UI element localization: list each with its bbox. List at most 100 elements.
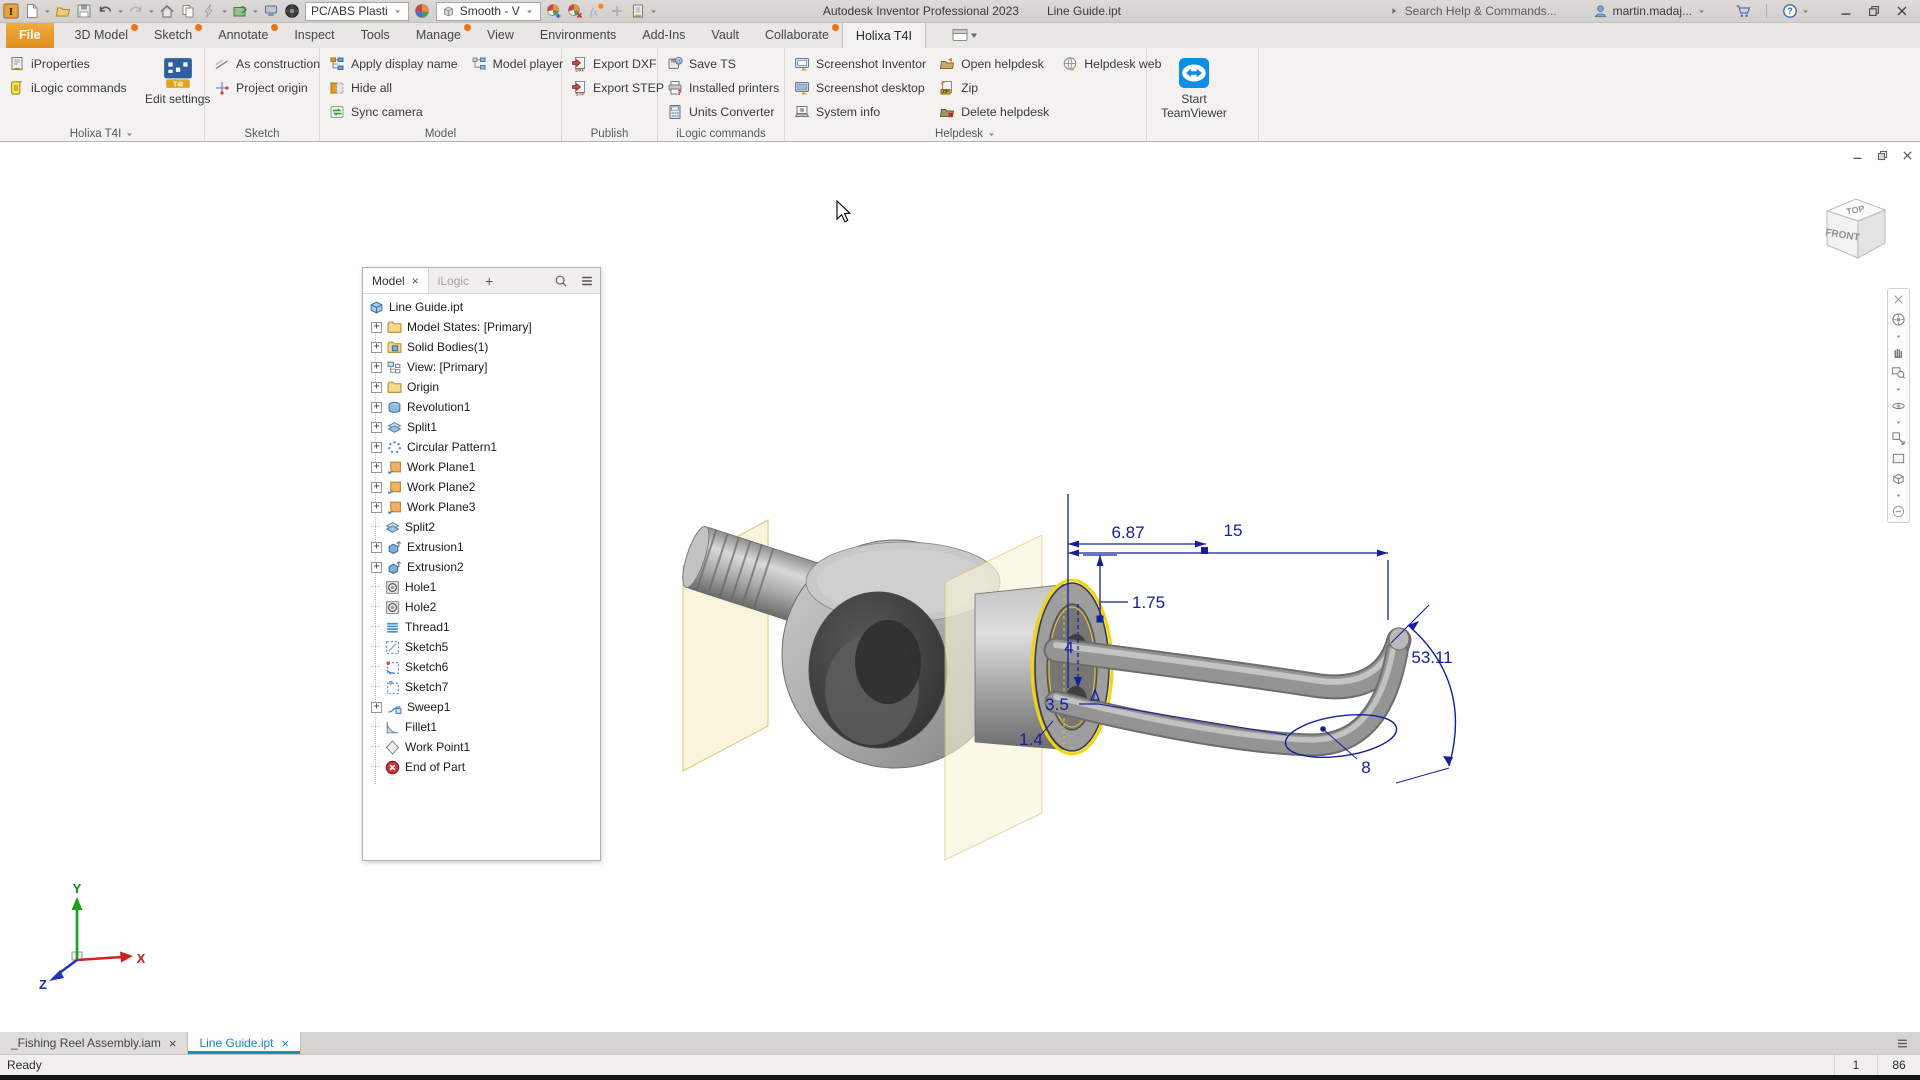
view-face-icon[interactable]: [1890, 450, 1908, 467]
ribbon-tab-holixa-t4i[interactable]: Holixa T4I: [842, 22, 926, 48]
close-icon[interactable]: ×: [169, 1036, 177, 1051]
chevron-down-icon[interactable]: [1801, 7, 1810, 16]
ribbon-tab-annotate[interactable]: Annotate: [205, 22, 281, 48]
material-browser-icon[interactable]: [281, 1, 302, 21]
doc-tab-line-guide[interactable]: Line Guide.ipt ×: [188, 1032, 301, 1054]
chevron-down-icon[interactable]: [1890, 384, 1908, 394]
doc-tab-fishing-reel-assembly[interactable]: _Fishing Reel Assembly.iam ×: [0, 1032, 188, 1054]
visual-style-icon[interactable]: [1890, 470, 1908, 487]
ilogic-commands-button[interactable]: iLogic commands: [7, 78, 129, 98]
expand-toggle[interactable]: +: [371, 702, 382, 713]
window-minimize-button[interactable]: [1836, 1, 1856, 21]
expand-toggle[interactable]: +: [371, 482, 382, 493]
chevron-down-icon[interactable]: [1890, 490, 1908, 500]
close-icon[interactable]: [1890, 291, 1908, 308]
expand-toggle[interactable]: +: [371, 422, 382, 433]
expand-toggle[interactable]: +: [371, 442, 382, 453]
caret-icon[interactable]: [649, 1, 659, 21]
nav-wheel-icon[interactable]: [1890, 311, 1908, 328]
dim-175[interactable]: 1.75: [1132, 593, 1165, 612]
ribbon-tab-manage[interactable]: Manage: [403, 22, 474, 48]
appearance-dropdown[interactable]: Smooth - V: [436, 2, 541, 21]
dim-35[interactable]: 3.5: [1045, 695, 1069, 714]
open-helpdesk-button[interactable]: Open helpdesk: [937, 54, 1051, 74]
tree-item-work-plane3[interactable]: +Work Plane3: [363, 497, 600, 517]
panel-label[interactable]: Sketch: [205, 128, 319, 140]
caret-icon[interactable]: [115, 1, 125, 21]
sync-camera-button[interactable]: Sync camera: [327, 102, 460, 122]
wheel-add-icon[interactable]: [544, 1, 565, 21]
tree-item-work-plane2[interactable]: +Work Plane2: [363, 477, 600, 497]
doc-minimize-button[interactable]: [1849, 147, 1865, 163]
expand-toggle[interactable]: +: [371, 322, 382, 333]
tree-item-circular-pattern1[interactable]: +Circular Pattern1: [363, 437, 600, 457]
units-converter-button[interactable]: Units Converter: [665, 102, 781, 122]
save-icon[interactable]: [73, 1, 94, 21]
tree-item-end-of-part[interactable]: End of Part: [363, 757, 600, 777]
zoom-window-icon[interactable]: [1890, 364, 1908, 381]
expand-toggle[interactable]: +: [371, 462, 382, 473]
panel-label[interactable]: Model: [320, 128, 561, 140]
panel-label[interactable]: Publish: [562, 128, 657, 140]
expand-toggle[interactable]: +: [371, 562, 382, 573]
browser-tab-model[interactable]: Model ×: [363, 268, 429, 293]
doc-restore-button[interactable]: [1874, 147, 1890, 163]
tree-item-line-guide-ipt[interactable]: Line Guide.ipt: [363, 297, 600, 317]
expand-toggle[interactable]: +: [371, 502, 382, 513]
sketch-lightning-icon[interactable]: [198, 1, 219, 21]
ribbon-tab-vault[interactable]: Vault: [698, 22, 752, 48]
chevron-down-icon[interactable]: [1890, 331, 1908, 341]
as-construction-button[interactable]: As construction: [212, 54, 322, 74]
hide-all-button[interactable]: Hide all: [327, 78, 460, 98]
ribbon-tab-add-ins[interactable]: Add-Ins: [629, 22, 698, 48]
undo-icon[interactable]: [94, 1, 115, 21]
model-player-button[interactable]: Model player: [469, 54, 565, 74]
fx-parameters-icon[interactable]: fx: [586, 1, 607, 21]
ribbon-tab-inspect[interactable]: Inspect: [281, 22, 347, 48]
orbit-icon[interactable]: [1890, 397, 1908, 414]
apply-display-name-button[interactable]: Apply display name: [327, 54, 460, 74]
dim-14[interactable]: 1.4: [1019, 730, 1043, 749]
tree-item-sketch5[interactable]: Sketch5: [363, 637, 600, 657]
redo-icon[interactable]: [125, 1, 146, 21]
tree-item-sweep1[interactable]: +Sweep1: [363, 697, 600, 717]
tree-item-revolution1[interactable]: +Revolution1: [363, 397, 600, 417]
ribbon-tab-3d-model[interactable]: 3D Model: [62, 22, 142, 48]
project-origin-button[interactable]: Project origin: [212, 78, 322, 98]
tree-item-fillet1[interactable]: Fillet1: [363, 717, 600, 737]
doc-close-button[interactable]: [1899, 147, 1915, 163]
browser-menu-icon[interactable]: [574, 268, 600, 293]
home-icon[interactable]: [156, 1, 177, 21]
panel-label[interactable]: Holixa T4I: [0, 128, 204, 140]
browser-tab-ilogic[interactable]: iLogic: [429, 268, 478, 293]
ribbon-tab-tools[interactable]: Tools: [348, 22, 403, 48]
expand-toggle[interactable]: +: [371, 342, 382, 353]
delete-helpdesk-button[interactable]: Delete helpdesk: [937, 102, 1051, 122]
expand-toggle[interactable]: +: [371, 362, 382, 373]
expand-toggle[interactable]: +: [371, 402, 382, 413]
look-at-icon[interactable]: [1890, 430, 1908, 447]
export-cube-icon[interactable]: [229, 1, 250, 21]
dim-4[interactable]: 4: [1064, 638, 1073, 657]
color-wheel-icon[interactable]: [412, 1, 433, 21]
export-step-button[interactable]: STPExport STEP: [569, 78, 666, 98]
ribbon-tab-sketch[interactable]: Sketch: [141, 22, 205, 48]
add-browser-tab-button[interactable]: +: [478, 268, 500, 293]
help-icon[interactable]: ?: [1779, 1, 1801, 21]
screenshot-desktop-button[interactable]: Screenshot desktop: [792, 78, 928, 98]
close-icon[interactable]: ×: [412, 274, 419, 288]
window-close-button[interactable]: [1892, 1, 1912, 21]
open-folder-icon[interactable]: [52, 1, 73, 21]
tree-item-hole2[interactable]: Hole2: [363, 597, 600, 617]
report-icon[interactable]: [628, 1, 649, 21]
export-dxf-button[interactable]: DXFExport DXF: [569, 54, 666, 74]
tree-item-sketch6[interactable]: Sketch6: [363, 657, 600, 677]
viewport[interactable]: 6.87 15 1.75 4 3.5 1.4 8 53.11 Y X Z: [0, 142, 1920, 1032]
pan-hand-icon[interactable]: [1890, 344, 1908, 361]
add-icon[interactable]: [607, 1, 628, 21]
start-teamviewer-button[interactable]: Start TeamViewer: [1154, 54, 1234, 121]
save-ts-button[interactable]: @Save TS: [665, 54, 781, 74]
tree-item-origin[interactable]: +Origin: [363, 377, 600, 397]
dim-5311[interactable]: 53.11: [1411, 648, 1452, 667]
expand-toggle[interactable]: +: [371, 542, 382, 553]
